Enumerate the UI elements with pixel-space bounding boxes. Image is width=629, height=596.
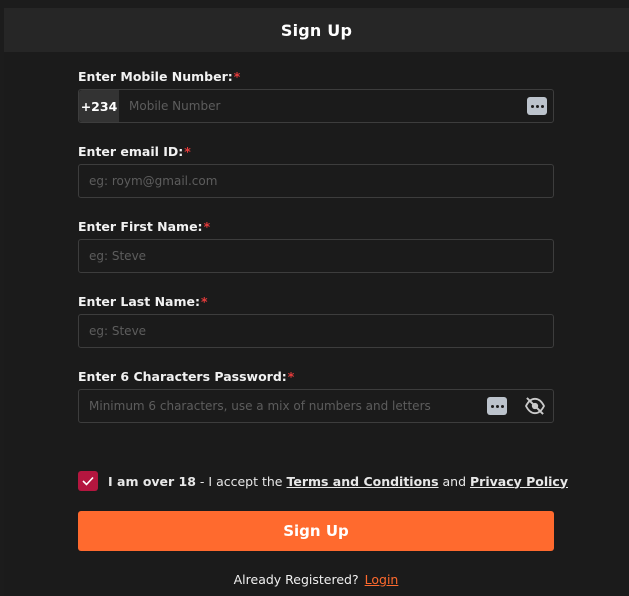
signup-panel: Sign Up Enter Mobile Number:* +234 Mobil… (4, 8, 629, 596)
already-registered-text: Already Registered? (233, 572, 359, 587)
accept-text: I accept the (208, 473, 287, 489)
first-name-input[interactable]: eg: Steve (89, 249, 553, 263)
age-terms-agreement: I am over 18 - I accept the Terms and Co… (78, 471, 568, 491)
password-input[interactable]: Minimum 6 characters, use a mix of numbe… (89, 399, 487, 413)
eye-off-icon[interactable] (523, 396, 547, 416)
password-label-text: Enter 6 Characters Password: (78, 369, 287, 384)
password-label: Enter 6 Characters Password:* (78, 369, 294, 384)
first-name-label: Enter First Name:* (78, 219, 210, 234)
password-manager-icon[interactable] (487, 397, 507, 415)
required-marker: * (233, 69, 241, 84)
required-marker: * (184, 144, 191, 159)
email-label: Enter email ID:* (78, 144, 191, 159)
privacy-link[interactable]: Privacy Policy (470, 474, 568, 489)
terms-link[interactable]: Terms and Conditions (286, 474, 438, 489)
and-text: and (438, 473, 470, 489)
age-text: I am over 18 (108, 473, 196, 489)
sign-up-button[interactable]: Sign Up (78, 511, 554, 551)
email-label-text: Enter email ID: (78, 144, 184, 159)
first-name-label-text: Enter First Name: (78, 219, 203, 234)
required-marker: * (287, 369, 295, 384)
last-name-field[interactable]: eg: Steve (78, 314, 554, 348)
login-link[interactable]: Login (365, 572, 399, 587)
last-name-label-text: Enter Last Name: (78, 294, 200, 309)
header: Sign Up (4, 8, 629, 52)
password-field[interactable]: Minimum 6 characters, use a mix of numbe… (78, 389, 554, 423)
check-icon (82, 476, 94, 486)
agree-checkbox[interactable] (78, 471, 98, 491)
login-prompt: Already Registered? Login (78, 572, 554, 587)
first-name-field[interactable]: eg: Steve (78, 239, 554, 273)
mobile-label-text: Enter Mobile Number: (78, 69, 233, 84)
country-code-prefix[interactable]: +234 (79, 90, 119, 122)
page-title: Sign Up (280, 20, 353, 40)
required-marker: * (203, 219, 211, 234)
dash: - (195, 473, 209, 489)
password-manager-icon[interactable] (527, 97, 547, 115)
mobile-label: Enter Mobile Number:* (78, 69, 240, 84)
mobile-input[interactable]: Mobile Number (129, 99, 527, 113)
email-field[interactable]: eg: roym@gmail.com (78, 164, 554, 198)
last-name-label: Enter Last Name:* (78, 294, 208, 309)
last-name-input[interactable]: eg: Steve (89, 324, 553, 338)
mobile-field[interactable]: +234 Mobile Number (78, 89, 554, 123)
required-marker: * (200, 294, 208, 309)
email-input[interactable]: eg: roym@gmail.com (89, 174, 553, 188)
